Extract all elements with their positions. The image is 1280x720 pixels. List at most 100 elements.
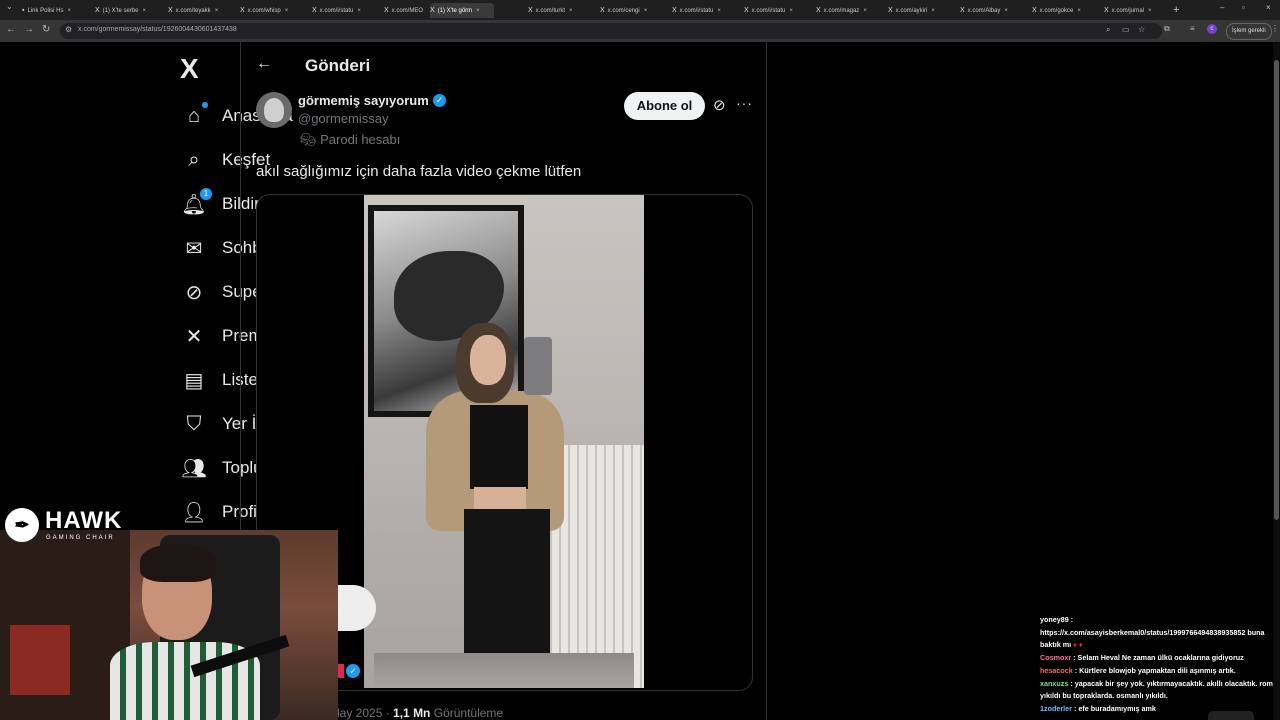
minimize-icon[interactable]: – xyxy=(1220,3,1224,12)
forward-nav-icon[interactable]: → xyxy=(24,24,34,35)
tab-close-icon[interactable]: × xyxy=(285,8,289,14)
x-favicon-icon: X xyxy=(168,7,173,14)
chat-message: Cosmoxr : Selam Heval Ne zaman ülkü ocak… xyxy=(1040,653,1244,663)
sponsor-subtitle: GAMING CHAIR xyxy=(46,535,115,541)
chat-message: hesacock : Kürtlere blowjob yapmaktan di… xyxy=(1040,665,1236,675)
close-window-icon[interactable]: × xyxy=(1266,3,1271,12)
x-favicon-icon: X xyxy=(240,7,245,14)
more-options-icon[interactable]: ··· xyxy=(736,95,753,111)
back-arrow-icon[interactable]: ← xyxy=(256,55,272,73)
browser-tab[interactable]: Xx.com/whisp × xyxy=(240,3,310,18)
x-logo-icon[interactable]: X xyxy=(180,53,199,85)
author-display-name[interactable]: görmemiş sayıyorum xyxy=(298,93,429,108)
browser-tab[interactable]: Xx.com/magaz × xyxy=(816,3,882,18)
heart-icon: ♦ ♦ xyxy=(1073,640,1083,650)
x-favicon-icon: X xyxy=(528,7,533,14)
tab-close-icon[interactable]: × xyxy=(68,8,72,14)
post-meta: lay 2025 · 1,1 Mn Görüntüleme xyxy=(337,706,504,720)
tab-close-icon[interactable]: × xyxy=(717,8,721,14)
tab-title: x.com/turkt xyxy=(535,7,566,14)
webcam-overlay xyxy=(0,530,338,720)
x-favicon-icon: X xyxy=(95,7,100,14)
stream-chat: yoney89 : https://x.com/asayisberkemal0/… xyxy=(1040,614,1278,716)
author-handle[interactable]: @gormemissay xyxy=(298,111,389,126)
tab-title: x.com/i/statu xyxy=(319,7,354,14)
site-info-icon[interactable]: ⚙ xyxy=(65,25,72,34)
webcam-shelf xyxy=(10,625,70,695)
phone-device xyxy=(524,337,552,395)
browser-tab[interactable]: Xx.com/jurnal × xyxy=(1104,3,1168,18)
bell-icon: 🔔︎ 1 xyxy=(180,188,212,218)
tab-close-icon[interactable]: × xyxy=(931,8,935,14)
x-favicon-icon: X xyxy=(600,7,605,14)
browser-tab[interactable]: Xx.com/gokce × xyxy=(1032,3,1098,18)
browser-tab[interactable]: Xx.com/Albay × xyxy=(960,3,1026,18)
tab-title: x.com/aykiri xyxy=(895,7,928,14)
browser-tab[interactable]: ▪ Link Polisi Hs × xyxy=(22,3,92,18)
follow-button[interactable]: Abone ol xyxy=(624,92,705,120)
scrollbar-thumb[interactable] xyxy=(1274,60,1279,520)
list-icon: ▤ xyxy=(184,369,204,392)
maximize-icon[interactable]: ▫ xyxy=(1242,3,1245,12)
x-favicon-icon: X xyxy=(816,7,821,14)
browser-menu-icon[interactable]: ⋮ xyxy=(1271,24,1279,33)
tab-close-icon[interactable]: × xyxy=(863,8,867,14)
browser-tab[interactable]: Xx.com/i/statu × xyxy=(312,3,382,18)
avatar[interactable] xyxy=(256,92,292,128)
browser-tab-active[interactable]: X (1) X'te görm × xyxy=(430,3,494,18)
back-nav-icon[interactable]: ← xyxy=(6,24,16,35)
browser-tab[interactable]: Xx.com/i/statu × xyxy=(672,3,738,18)
cast-icon[interactable]: ▭ xyxy=(1122,25,1130,34)
tab-title: x.com/MEO xyxy=(391,7,424,14)
chat-user: yoney89 xyxy=(1040,615,1069,624)
tab-close-icon[interactable]: × xyxy=(1148,8,1152,14)
x-favicon-icon: X xyxy=(960,7,965,14)
zoom-icon[interactable]: ⌕ xyxy=(1106,25,1110,35)
tab-close-icon[interactable]: × xyxy=(569,8,573,14)
extensions-icon[interactable]: ⧉ xyxy=(1164,24,1170,34)
post-date[interactable]: lay 2025 xyxy=(337,706,382,720)
tab-close-icon[interactable]: × xyxy=(644,8,648,14)
avatar-face xyxy=(264,98,284,122)
tab-close-icon[interactable]: × xyxy=(357,8,361,14)
browser-tab[interactable]: Xx.com/aykiri × xyxy=(888,3,954,18)
reload-icon[interactable]: ↻ xyxy=(42,24,50,35)
tab-close-icon[interactable]: × xyxy=(1004,8,1008,14)
tab-close-icon[interactable]: × xyxy=(1077,8,1081,14)
x-favicon-icon: X xyxy=(312,7,317,14)
tab-close-icon[interactable]: × xyxy=(789,8,793,14)
grok-icon[interactable]: ⊘ xyxy=(713,96,726,114)
post-video[interactable] xyxy=(364,195,644,688)
tab-search-icon[interactable]: ⌄ xyxy=(6,2,13,11)
tab-title: x.com/magaz xyxy=(823,7,860,14)
action-required-pill[interactable]: İşlem gerekli xyxy=(1226,23,1272,40)
hawk-logo-icon: ✒ xyxy=(5,508,39,542)
tab-close-icon[interactable]: × xyxy=(476,8,480,14)
tab-close-icon[interactable]: × xyxy=(143,8,147,14)
x-favicon-icon: X xyxy=(1032,7,1037,14)
browser-tab[interactable]: X (1) X'te serbe × xyxy=(95,3,165,18)
x-icon: ✕ xyxy=(185,325,203,348)
sidebar-item-profile[interactable]: 👤︎ Profil xyxy=(180,498,260,526)
view-count: 1,1 Mn xyxy=(393,706,431,720)
browser-toolbar: ← → ↻ ⚙ x.com/gormemissay/status/1926004… xyxy=(0,20,1280,42)
parody-label: 🎭︎ Parodi hesabı xyxy=(300,132,400,148)
tab-title: x.com/i/statu xyxy=(679,7,714,14)
chat-user: 1zoderler xyxy=(1040,703,1072,713)
media-icon[interactable]: ≡ xyxy=(1190,24,1195,33)
streamer-hair xyxy=(140,544,216,582)
person-face xyxy=(470,335,506,385)
browser-tab[interactable]: Xx.com/cengi × xyxy=(600,3,666,18)
address-bar[interactable]: ⚙ x.com/gormemissay/status/1926004430601… xyxy=(60,23,1162,39)
profile-avatar-icon[interactable]: c xyxy=(1207,24,1217,34)
tab-title: Link Polisi Hs xyxy=(27,7,64,14)
chat-text: efe buradamıymış amk xyxy=(1078,703,1156,713)
star-icon[interactable]: ☆ xyxy=(1138,25,1145,34)
browser-tab[interactable]: Xx.com/turkt × xyxy=(528,3,594,18)
browser-tab[interactable]: Xx.com/i/statu × xyxy=(744,3,810,18)
browser-tab[interactable]: Xx.com/teyakk × xyxy=(168,3,238,18)
tab-close-icon[interactable]: × xyxy=(215,8,219,14)
new-tab-icon[interactable]: + xyxy=(1173,4,1179,16)
browser-tab[interactable]: Xx.com/MEO xyxy=(384,3,428,18)
chat-message: xanxuzs : yapacak bir şey yok. yıktırmay… xyxy=(1040,678,1277,701)
